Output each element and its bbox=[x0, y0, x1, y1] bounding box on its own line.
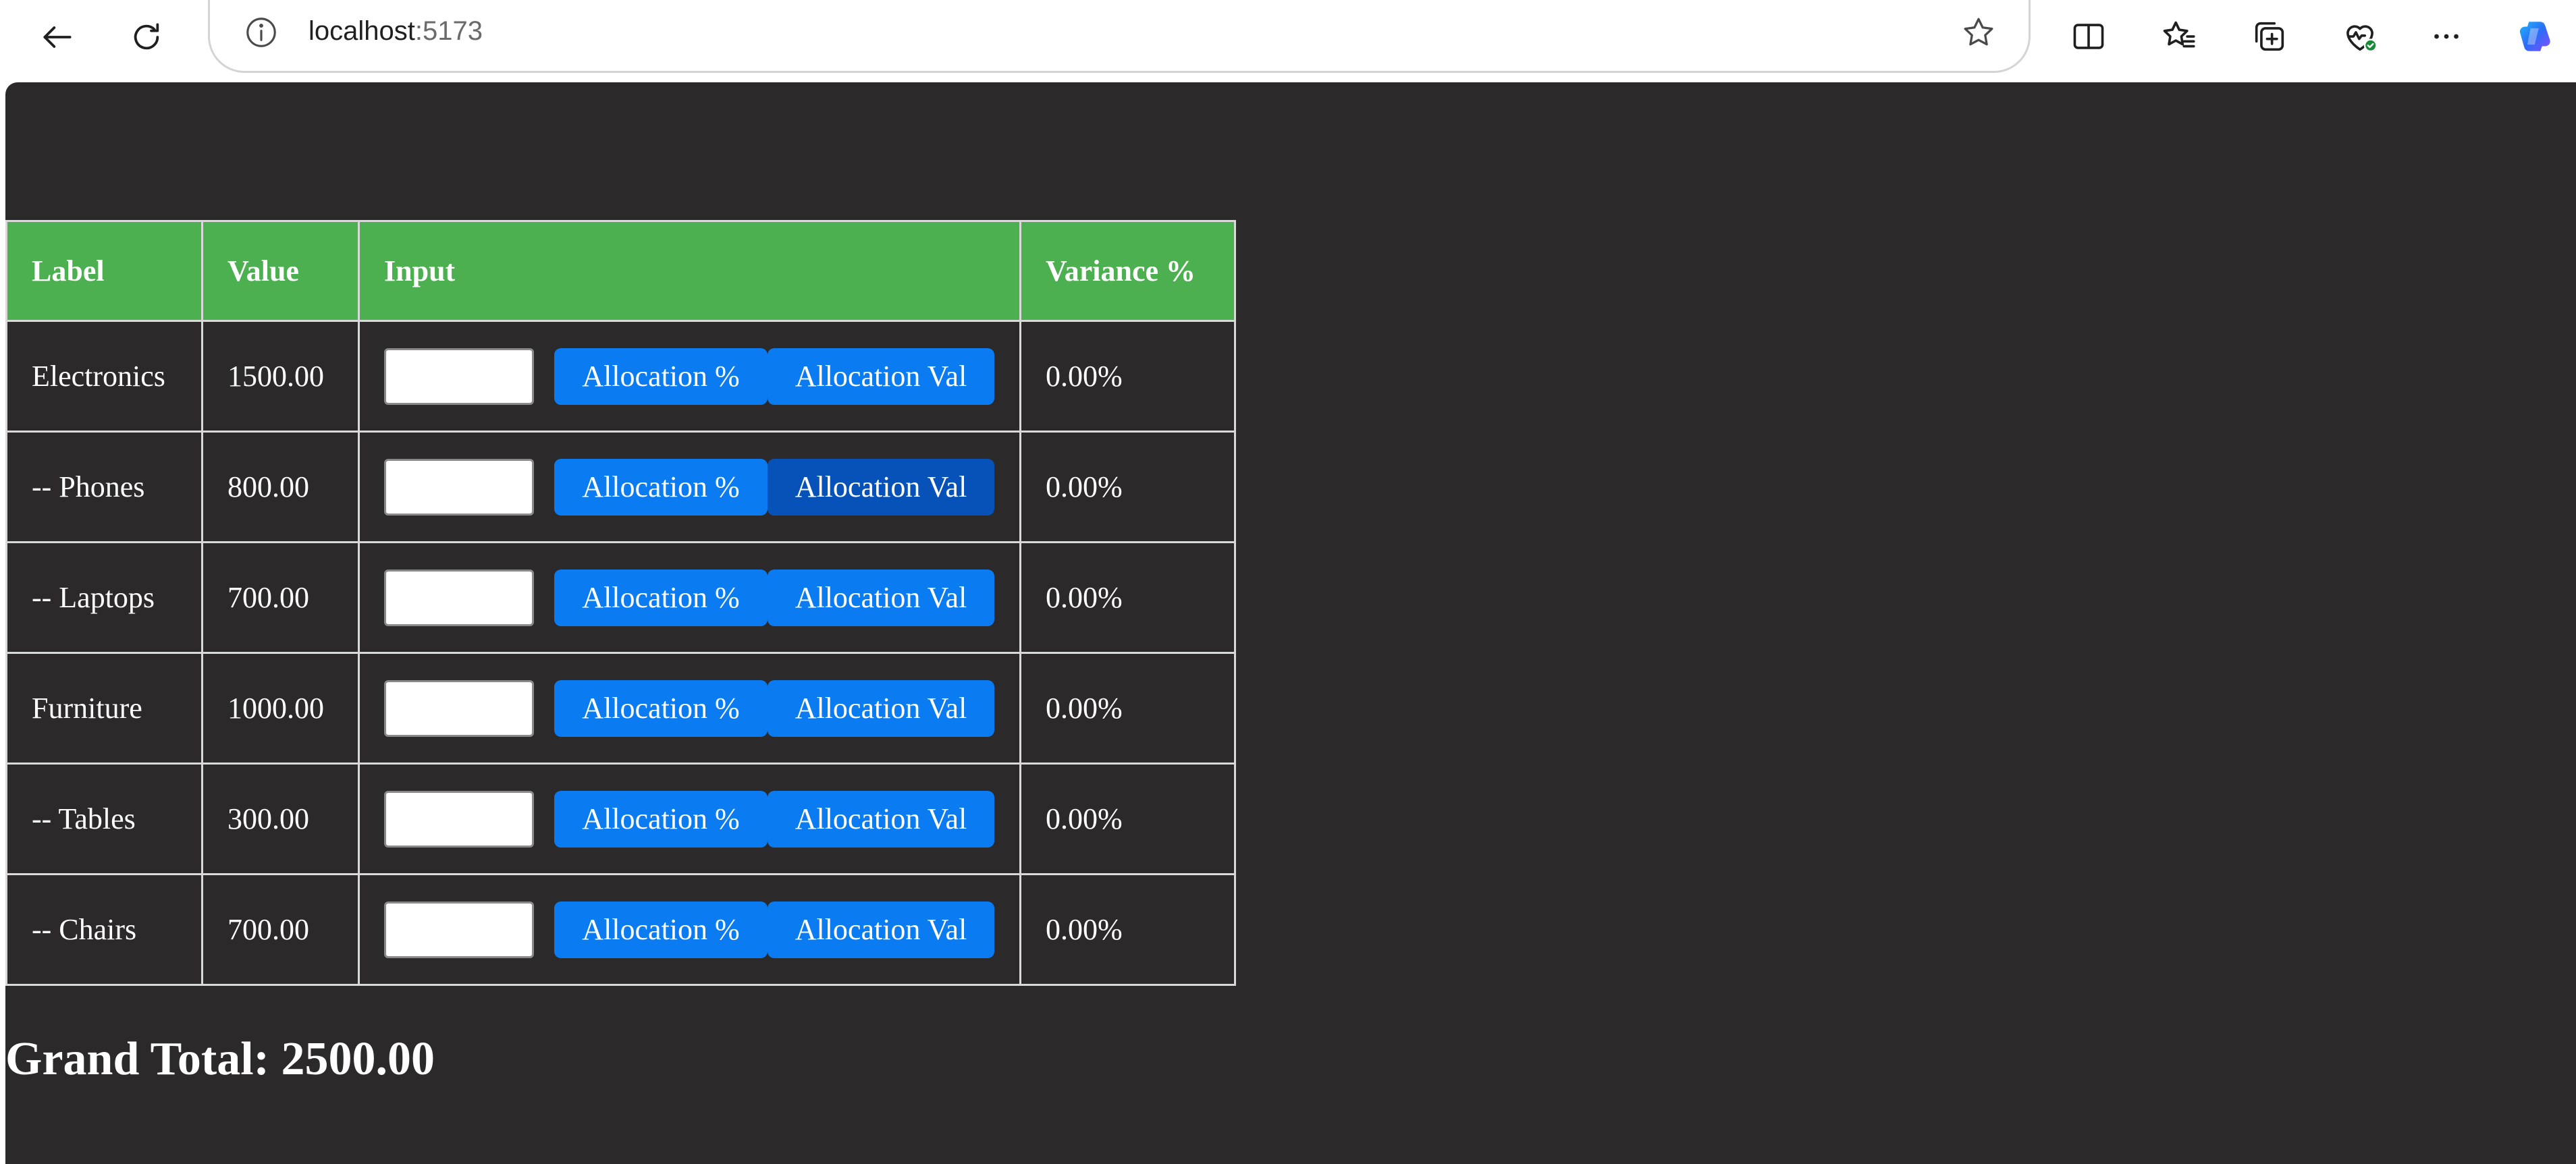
url-host: localhost bbox=[308, 16, 415, 46]
row-value: 700.00 bbox=[201, 873, 360, 986]
table-row: Electronics 1500.00 Allocation % Allocat… bbox=[5, 320, 1236, 433]
star-icon[interactable] bbox=[1958, 12, 1999, 53]
header-value: Value bbox=[201, 220, 360, 322]
grand-total: Grand Total: 2500.00 bbox=[5, 1033, 435, 1085]
row-variance: 0.00% bbox=[1019, 431, 1236, 543]
allocation-percent-button[interactable]: Allocation % bbox=[554, 680, 768, 737]
back-arrow-icon[interactable] bbox=[27, 7, 88, 67]
allocation-input[interactable] bbox=[384, 348, 534, 405]
browser-toolbar: localhost:5173 bbox=[0, 0, 2576, 82]
row-input-cell: Allocation % Allocation Val bbox=[358, 873, 1021, 986]
url-text[interactable]: localhost:5173 bbox=[308, 13, 483, 49]
table-row: Furniture 1000.00 Allocation % Allocatio… bbox=[5, 652, 1236, 765]
row-label: -- Chairs bbox=[5, 873, 203, 986]
row-input-cell: Allocation % Allocation Val bbox=[358, 431, 1021, 543]
row-variance: 0.00% bbox=[1019, 652, 1236, 765]
row-input-cell: Allocation % Allocation Val bbox=[358, 320, 1021, 433]
row-input-cell: Allocation % Allocation Val bbox=[358, 763, 1021, 875]
header-label: Label bbox=[5, 220, 203, 322]
row-value: 1500.00 bbox=[201, 320, 360, 433]
header-input: Input bbox=[358, 220, 1021, 322]
split-screen-icon[interactable] bbox=[2062, 9, 2116, 63]
row-label: -- Tables bbox=[5, 763, 203, 875]
row-variance: 0.00% bbox=[1019, 320, 1236, 433]
row-variance: 0.00% bbox=[1019, 873, 1236, 986]
allocation-input[interactable] bbox=[384, 790, 534, 848]
row-input-cell: Allocation % Allocation Val bbox=[358, 541, 1021, 654]
row-value: 300.00 bbox=[201, 763, 360, 875]
allocation-input[interactable] bbox=[384, 680, 534, 737]
info-icon[interactable] bbox=[242, 13, 280, 51]
row-value: 800.00 bbox=[201, 431, 360, 543]
allocation-percent-button[interactable]: Allocation % bbox=[554, 790, 768, 848]
row-variance: 0.00% bbox=[1019, 541, 1236, 654]
allocation-percent-button[interactable]: Allocation % bbox=[554, 458, 768, 516]
header-variance: Variance % bbox=[1019, 220, 1236, 322]
url-port: :5173 bbox=[414, 16, 483, 46]
row-label: Furniture bbox=[5, 652, 203, 765]
more-icon[interactable] bbox=[2419, 9, 2473, 63]
row-value: 700.00 bbox=[201, 541, 360, 654]
table-row: -- Laptops 700.00 Allocation % Allocatio… bbox=[5, 541, 1236, 654]
allocation-input[interactable] bbox=[384, 569, 534, 626]
copilot-icon[interactable] bbox=[2508, 9, 2562, 63]
reload-icon[interactable] bbox=[116, 7, 177, 67]
row-input-cell: Allocation % Allocation Val bbox=[358, 652, 1021, 765]
row-variance: 0.00% bbox=[1019, 763, 1236, 875]
allocation-value-button[interactable]: Allocation Val bbox=[768, 790, 994, 848]
allocation-input[interactable] bbox=[384, 901, 534, 958]
allocation-percent-button[interactable]: Allocation % bbox=[554, 901, 768, 958]
allocation-input[interactable] bbox=[384, 458, 534, 516]
allocation-value-button[interactable]: Allocation Val bbox=[768, 348, 994, 405]
allocation-value-button[interactable]: Allocation Val bbox=[768, 458, 994, 516]
table-header-row: Label Value Input Variance % bbox=[5, 220, 1236, 322]
allocation-percent-button[interactable]: Allocation % bbox=[554, 348, 768, 405]
allocation-table: Label Value Input Variance % Electronics… bbox=[5, 220, 1236, 986]
table-row: -- Phones 800.00 Allocation % Allocation… bbox=[5, 431, 1236, 543]
row-label: Electronics bbox=[5, 320, 203, 433]
row-label: -- Laptops bbox=[5, 541, 203, 654]
row-value: 1000.00 bbox=[201, 652, 360, 765]
allocation-value-button[interactable]: Allocation Val bbox=[768, 901, 994, 958]
allocation-value-button[interactable]: Allocation Val bbox=[768, 680, 994, 737]
allocation-value-button[interactable]: Allocation Val bbox=[768, 569, 994, 626]
address-bar[interactable]: localhost:5173 bbox=[208, 0, 2031, 73]
allocation-percent-button[interactable]: Allocation % bbox=[554, 569, 768, 626]
table-row: -- Chairs 700.00 Allocation % Allocation… bbox=[5, 873, 1236, 986]
page-content: Label Value Input Variance % Electronics… bbox=[5, 82, 2576, 1164]
browser-essentials-icon[interactable] bbox=[2333, 9, 2387, 63]
row-label: -- Phones bbox=[5, 431, 203, 543]
collections-icon[interactable] bbox=[2243, 9, 2297, 63]
favorites-icon[interactable] bbox=[2152, 9, 2206, 63]
table-row: -- Tables 300.00 Allocation % Allocation… bbox=[5, 763, 1236, 875]
